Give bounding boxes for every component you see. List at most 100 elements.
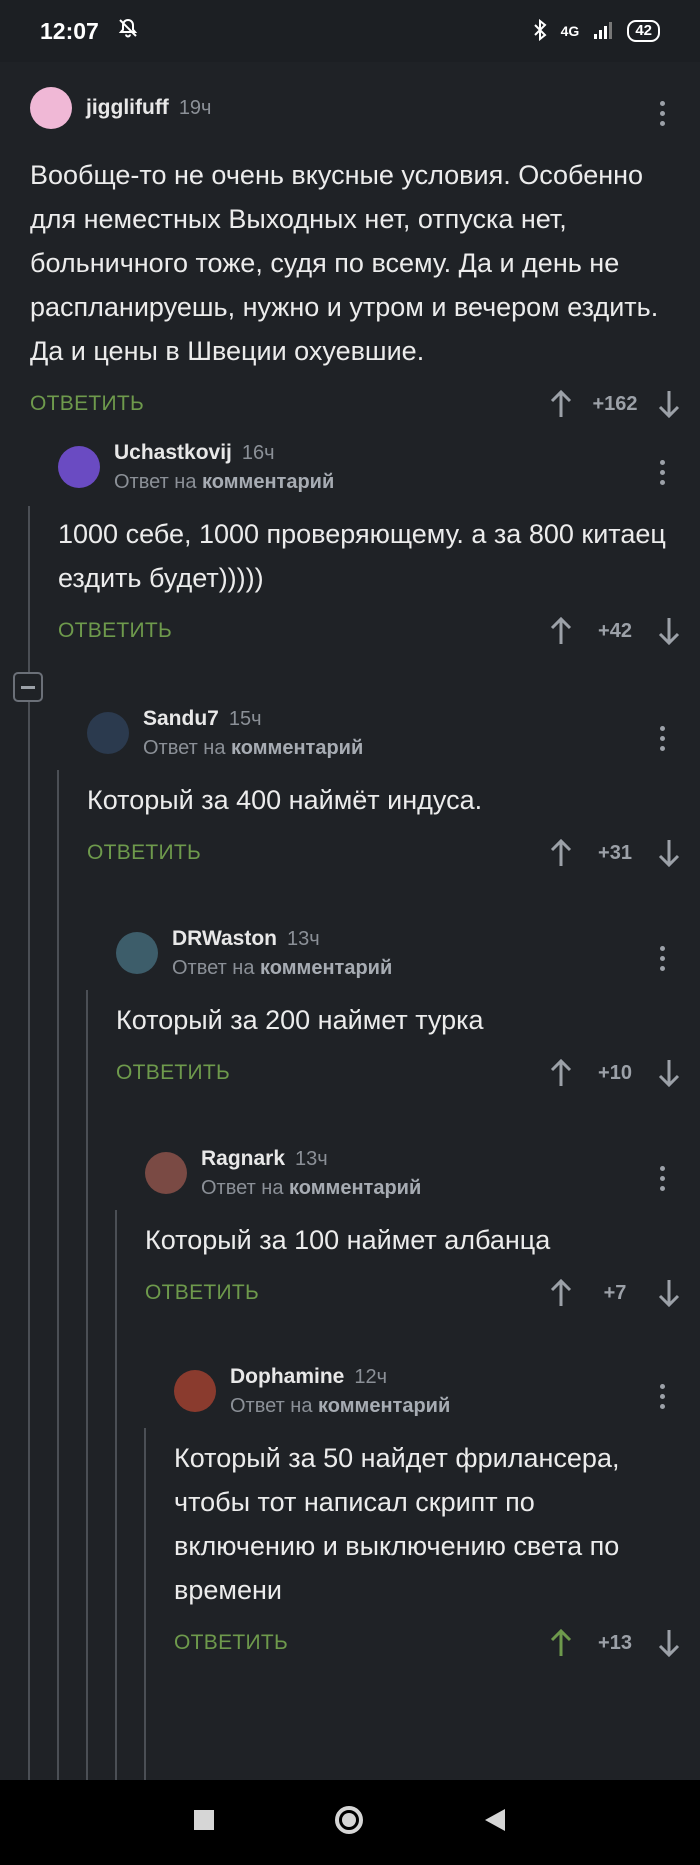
- nav-circle-icon[interactable]: [333, 1804, 365, 1841]
- reply-button[interactable]: ОТВЕТИТЬ: [58, 619, 172, 643]
- more-icon[interactable]: [648, 938, 676, 978]
- comment-text: Который за 200 наймет турка: [116, 1005, 484, 1035]
- comment-score: +31: [598, 841, 632, 864]
- comment-time: 12ч: [354, 1365, 388, 1388]
- reply-to-line: Ответ на комментарий: [230, 1395, 450, 1418]
- reply-to-prefix: Ответ на: [201, 1176, 284, 1199]
- comment-text: 1000 себе, 1000 проверяющему. а за 800 к…: [58, 519, 666, 593]
- comment-text: Который за 50 найдет фрилансера, чтобы т…: [174, 1443, 620, 1605]
- comment-header: Dophamine 12ч Ответ на комментарий: [174, 1365, 676, 1417]
- avatar[interactable]: [87, 712, 129, 754]
- reply-to-line: Ответ на комментарий: [172, 957, 392, 980]
- signal-icon: [593, 21, 613, 42]
- comment-header: DRWaston 13ч Ответ на комментарий: [116, 927, 676, 979]
- downvote-arrow-icon[interactable]: [656, 838, 682, 868]
- comment-actions: ОТВЕТИТЬ +42: [58, 614, 680, 648]
- reply-button[interactable]: ОТВЕТИТЬ: [145, 1281, 259, 1305]
- avatar[interactable]: [116, 932, 158, 974]
- username[interactable]: DRWaston: [172, 927, 277, 951]
- comment: Uchastkovij 16ч Ответ на комментарий 1000 с…: [58, 441, 700, 648]
- reply-to-prefix: Ответ на: [143, 736, 226, 759]
- upvote-arrow-icon[interactable]: [548, 616, 574, 646]
- comment-score: +162: [592, 392, 638, 415]
- nav-square-icon[interactable]: [193, 1809, 215, 1836]
- reply-to-link[interactable]: комментарий: [260, 957, 392, 979]
- thread-line: [115, 1210, 117, 1780]
- comment-time: 13ч: [287, 927, 320, 950]
- thread-line: [86, 990, 88, 1780]
- reply-to-line: Ответ на комментарий: [114, 471, 334, 494]
- vote-controls: +162: [548, 389, 682, 419]
- upvote-arrow-icon[interactable]: [548, 389, 574, 419]
- comment-text: Который за 100 наймет албанца: [145, 1225, 551, 1255]
- comment: Ragnark 13ч Ответ на комментарий Который за…: [145, 1147, 700, 1310]
- comment-time: 19ч: [178, 97, 212, 119]
- muted-bell-icon: [117, 17, 139, 45]
- comment-actions: ОТВЕТИТЬ +162: [30, 387, 680, 421]
- status-time: 12:07: [40, 17, 99, 44]
- comment-header: Uchastkovij 16ч Ответ на комментарий: [58, 441, 676, 493]
- avatar[interactable]: [174, 1370, 216, 1412]
- nav-back-icon[interactable]: [483, 1807, 507, 1838]
- more-icon[interactable]: [648, 452, 676, 492]
- username[interactable]: Dophamine: [230, 1365, 344, 1389]
- downvote-arrow-icon[interactable]: [656, 616, 682, 646]
- bluetooth-icon: [533, 18, 547, 44]
- comment-text: Который за 400 наймёт индуса.: [87, 785, 483, 815]
- comment: jigglifuff 19ч Вообще-то не очень вкусные …: [30, 85, 700, 421]
- more-icon[interactable]: [648, 1158, 676, 1198]
- reply-button[interactable]: ОТВЕТИТЬ: [174, 1631, 288, 1655]
- upvote-arrow-icon[interactable]: [548, 1628, 574, 1658]
- downvote-arrow-icon[interactable]: [656, 1278, 682, 1308]
- vote-controls: +7: [548, 1278, 682, 1308]
- comment: Dophamine 12ч Ответ на комментарий Который …: [174, 1365, 700, 1660]
- avatar[interactable]: [58, 446, 100, 488]
- comment-time: 16ч: [241, 441, 275, 464]
- comment-time: 15ч: [228, 707, 262, 730]
- reply-to-link[interactable]: комментарий: [202, 471, 334, 493]
- reply-button[interactable]: ОТВЕТИТЬ: [116, 1061, 230, 1085]
- reply-to-line: Ответ на комментарий: [143, 737, 363, 760]
- thread-line: [57, 770, 59, 1780]
- avatar[interactable]: [145, 1152, 187, 1194]
- username[interactable]: Sandu7: [143, 707, 219, 731]
- reply-to-link[interactable]: комментарий: [318, 1395, 450, 1417]
- reply-to-prefix: Ответ на: [114, 470, 197, 493]
- comment-text: Вообще-то не очень вкусные условия. Особ…: [30, 160, 659, 366]
- reply-button[interactable]: ОТВЕТИТЬ: [87, 841, 201, 865]
- comment-score: +13: [598, 1631, 632, 1654]
- downvote-arrow-icon[interactable]: [656, 1058, 682, 1088]
- downvote-arrow-icon[interactable]: [656, 1628, 682, 1658]
- reply-button[interactable]: ОТВЕТИТЬ: [30, 392, 144, 416]
- more-icon[interactable]: [648, 718, 676, 758]
- comment-actions: ОТВЕТИТЬ +7: [145, 1276, 680, 1310]
- upvote-arrow-icon[interactable]: [548, 1278, 574, 1308]
- comment: DRWaston 13ч Ответ на комментарий Который з…: [116, 927, 700, 1090]
- reply-to-prefix: Ответ на: [230, 1394, 313, 1417]
- more-icon[interactable]: [648, 93, 676, 133]
- reply-to-link[interactable]: комментарий: [231, 737, 363, 759]
- comment: Sandu7 15ч Ответ на комментарий Который за …: [87, 707, 700, 870]
- status-bar: 12:07 4G 42: [0, 0, 700, 62]
- downvote-arrow-icon[interactable]: [656, 389, 682, 419]
- comment-score: +7: [603, 1281, 627, 1304]
- upvote-arrow-icon[interactable]: [548, 838, 574, 868]
- username[interactable]: Uchastkovij: [114, 441, 232, 465]
- comment-thread: jigglifuff 19ч Вообще-то не очень вкусные …: [0, 62, 700, 1780]
- comment-score: +10: [598, 1061, 632, 1084]
- reply-to-link[interactable]: комментарий: [289, 1177, 421, 1199]
- vote-controls: +10: [548, 1058, 682, 1088]
- thread-line: [144, 1428, 146, 1780]
- avatar[interactable]: [30, 87, 72, 129]
- more-icon[interactable]: [648, 1376, 676, 1416]
- collapse-icon[interactable]: [13, 672, 43, 702]
- username[interactable]: jigglifuff: [86, 96, 169, 120]
- comment-header: jigglifuff 19ч: [30, 85, 676, 131]
- upvote-arrow-icon[interactable]: [548, 1058, 574, 1088]
- navigation-bar: [0, 1780, 700, 1865]
- comment-actions: ОТВЕТИТЬ +31: [87, 836, 680, 870]
- reply-to-line: Ответ на комментарий: [201, 1177, 421, 1200]
- vote-controls: +42: [548, 616, 682, 646]
- reply-to-prefix: Ответ на: [172, 956, 255, 979]
- username[interactable]: Ragnark: [201, 1147, 285, 1171]
